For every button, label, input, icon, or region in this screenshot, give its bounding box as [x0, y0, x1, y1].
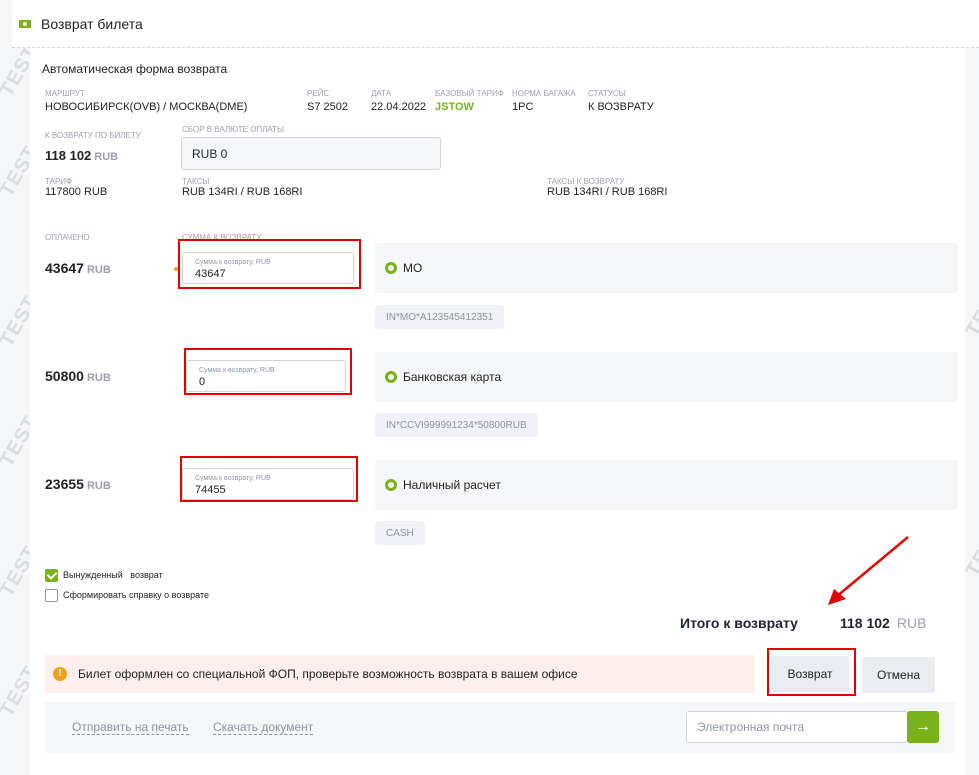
- download-link[interactable]: Скачать документ: [213, 720, 314, 735]
- footer-bar: Отправить на печать Скачать документ Эле…: [45, 702, 955, 753]
- date-value: 22.04.2022: [371, 101, 427, 113]
- paid-amount: 43647 RUB: [45, 260, 111, 276]
- arrow-right-icon[interactable]: →: [907, 711, 939, 743]
- highlight-box: [178, 239, 361, 289]
- payment-method[interactable]: МО: [375, 243, 958, 293]
- print-link[interactable]: Отправить на печать: [72, 720, 189, 735]
- refund-ticket-label: К ВОЗВРАТУ ПО БИЛЕТУ: [45, 131, 141, 140]
- make-certificate-label: Сформировать справку о возврате: [63, 590, 209, 600]
- total-currency: RUB: [896, 615, 927, 631]
- taxes-refund-label: ТАКСЫ К ВОЗВРАТУ: [547, 177, 625, 186]
- payment-code: IN*CCVI999991234*50800RUB: [375, 413, 538, 437]
- paid-value: 23655: [45, 476, 84, 492]
- taxes-label: ТАКСЫ: [182, 177, 210, 186]
- forced-refund-label: Вынужденный возврат: [63, 570, 163, 580]
- flight-label: РЕЙС: [307, 89, 330, 98]
- currency: RUB: [86, 264, 111, 276]
- taxes-refund-value: RUB 134RI / RUB 168RI: [547, 186, 668, 198]
- tariff-label: ТАРИФ: [45, 177, 73, 186]
- total-value: 118 102: [840, 615, 890, 631]
- page-title: Возврат билета: [41, 15, 143, 32]
- radio-icon: [385, 479, 397, 491]
- cancel-button[interactable]: Отмена: [862, 657, 935, 693]
- date-label: ДАТА: [371, 89, 392, 98]
- warning-icon: !: [53, 667, 67, 681]
- currency: RUB: [86, 480, 111, 492]
- highlight-box: [180, 456, 358, 502]
- status-value: К ВОЗВРАТУ: [588, 101, 654, 113]
- email-input[interactable]: Электронная почта: [686, 711, 908, 743]
- baggage-value: 1PC: [512, 101, 534, 113]
- total-label: Итого к возврату: [680, 615, 798, 631]
- ticket-icon: [19, 19, 31, 28]
- refund-ticket-amount: 118 102 RUB: [45, 148, 118, 163]
- payment-method-label: МО: [403, 261, 423, 275]
- route-label: МАРШРУТ: [45, 89, 85, 98]
- tariff-value: 117800 RUB: [45, 186, 108, 198]
- form-title: Автоматическая форма возврата: [42, 62, 228, 76]
- highlight-box: [184, 348, 352, 395]
- highlight-box: [767, 648, 856, 696]
- status-label: СТАТУСЫ: [588, 89, 626, 98]
- taxes-value: RUB 134RI / RUB 168RI: [182, 186, 303, 198]
- payment-method-label: Наличный расчет: [403, 478, 501, 492]
- total-amount: 118 102 RUB: [840, 615, 926, 631]
- warning-text: Билет оформлен со специальной ФОП, прове…: [78, 667, 578, 681]
- route-value: НОВОСИБИРСК(OVB) / МОСКВА(DME): [45, 101, 248, 113]
- fee-field[interactable]: RUB 0: [181, 137, 441, 170]
- payment-method[interactable]: Банковская карта: [375, 352, 958, 402]
- refund-ticket-value: 118 102: [45, 148, 92, 163]
- page-header: Возврат билета: [12, 0, 979, 48]
- payment-code: IN*MO*A123545412351: [375, 305, 505, 329]
- payment-method-label: Банковская карта: [403, 370, 502, 384]
- radio-icon: [385, 262, 397, 274]
- paid-value: 50800: [45, 368, 84, 384]
- base-fare-label: БАЗОВЫЙ ТАРИФ: [435, 89, 504, 98]
- payment-method[interactable]: Наличный расчет: [375, 460, 958, 510]
- baggage-label: НОРМА БАГАЖА: [512, 89, 576, 98]
- flight-value: S7 2502: [307, 101, 348, 113]
- paid-value: 43647: [45, 260, 84, 276]
- make-certificate-checkbox[interactable]: [45, 589, 58, 602]
- refund-form: Автоматическая форма возврата МАРШРУТ НО…: [30, 48, 965, 775]
- payment-code: CASH: [375, 521, 425, 545]
- fee-label: СБОР В ВАЛЮТЕ ОПЛАТЫ: [182, 125, 285, 134]
- currency: RUB: [94, 151, 119, 163]
- warning-banner: ! Билет оформлен со специальной ФОП, про…: [45, 655, 755, 693]
- fee-value: RUB 0: [192, 147, 228, 161]
- arrow-annotation: [828, 536, 909, 605]
- paid-amount: 50800 RUB: [45, 368, 111, 384]
- paid-label: ОПЛАЧЕНО: [45, 233, 90, 242]
- radio-icon: [385, 371, 397, 383]
- currency: RUB: [86, 372, 111, 384]
- base-fare-value: JSTOW: [435, 101, 474, 113]
- paid-amount: 23655 RUB: [45, 476, 111, 492]
- forced-refund-checkbox[interactable]: [45, 569, 58, 582]
